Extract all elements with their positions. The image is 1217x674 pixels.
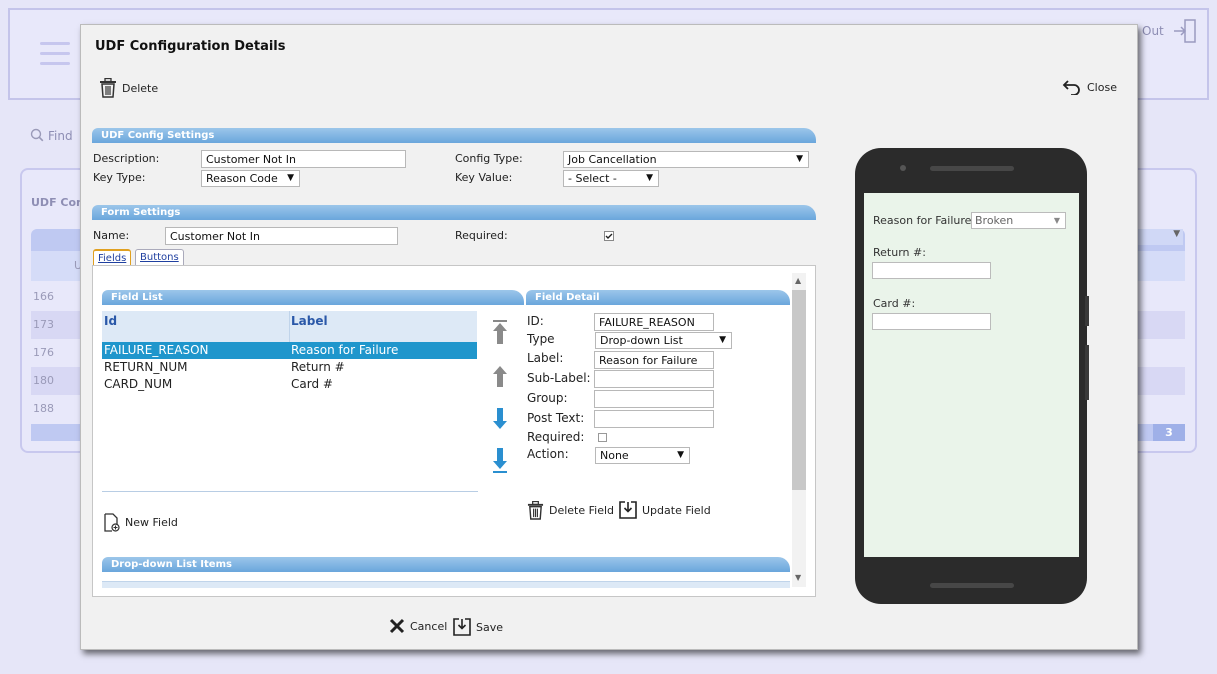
- cancel-label: Cancel: [410, 619, 448, 633]
- group-input[interactable]: [594, 390, 714, 408]
- description-input[interactable]: Customer Not In: [201, 150, 406, 168]
- id-input[interactable]: FAILURE_REASON: [594, 313, 714, 331]
- dropdown-items-grid-header: [102, 581, 790, 588]
- new-field-label: New Field: [125, 516, 178, 529]
- delete-label: Delete: [122, 81, 159, 95]
- config-type-select[interactable]: Job Cancellation ▼: [563, 151, 809, 168]
- column-label[interactable]: Label: [291, 314, 328, 328]
- save-icon: [453, 618, 471, 636]
- undo-arrow-icon: [1062, 79, 1082, 95]
- move-up-icon[interactable]: [492, 366, 508, 391]
- required-label: Required:: [455, 229, 508, 242]
- chevron-down-icon: ▼: [677, 450, 684, 460]
- name-label: Name:: [93, 229, 130, 242]
- required-checkbox[interactable]: [604, 230, 614, 244]
- preview-reason-label: Reason for Failure:: [873, 214, 976, 227]
- close-label: Close: [1087, 80, 1117, 94]
- chevron-down-icon: ▼: [287, 173, 294, 183]
- background-dropdown[interactable]: ▼: [1133, 229, 1183, 245]
- chevron-down-icon: ▼: [646, 173, 653, 183]
- search-icon: [30, 128, 44, 145]
- update-field-button[interactable]: Update Field: [619, 501, 711, 519]
- save-icon: [619, 501, 637, 519]
- chevron-down-icon: ▼: [796, 154, 803, 164]
- phone-bottom-bar: [930, 583, 1014, 588]
- phone-side-button: [1085, 345, 1089, 400]
- field-list-divider: [102, 491, 478, 492]
- find-label: Find: [48, 129, 73, 143]
- scroll-up-icon[interactable]: ▲: [795, 276, 801, 285]
- label-label: Label:: [527, 351, 564, 365]
- table-row[interactable]: CARD_NUM Card #: [102, 376, 477, 393]
- new-field-button[interactable]: New Field: [104, 513, 178, 532]
- new-document-icon: [104, 513, 120, 532]
- post-text-label: Post Text:: [527, 411, 585, 425]
- phone-side-button: [1085, 296, 1089, 326]
- tab-fields[interactable]: Fields: [93, 249, 132, 266]
- field-required-label: Required:: [527, 430, 585, 444]
- modal-title: UDF Configuration Details: [95, 39, 286, 54]
- field-list-grid-header: Id Label: [102, 311, 477, 344]
- description-label: Description:: [93, 152, 160, 165]
- label-input[interactable]: Reason for Failure: [594, 351, 714, 369]
- preview-card-input[interactable]: [872, 313, 991, 330]
- scrollbar-thumb[interactable]: [792, 290, 806, 490]
- name-input[interactable]: Customer Not In: [165, 227, 398, 245]
- config-type-label: Config Type:: [455, 152, 523, 165]
- chevron-down-icon: ▼: [1053, 216, 1060, 225]
- group-label: Group:: [527, 391, 568, 405]
- field-required-checkbox[interactable]: [598, 433, 607, 442]
- trash-icon: [527, 501, 544, 520]
- field-list-header: Field List: [102, 290, 524, 305]
- scroll-down-icon[interactable]: ▼: [795, 573, 801, 582]
- chevron-down-icon: ▼: [719, 335, 726, 345]
- tab-buttons[interactable]: Buttons: [135, 249, 184, 266]
- id-label: ID:: [527, 314, 544, 328]
- close-button[interactable]: Close: [1062, 79, 1117, 95]
- action-select[interactable]: None ▼: [595, 447, 690, 464]
- key-value-select[interactable]: - Select - ▼: [563, 170, 659, 187]
- move-down-icon[interactable]: [492, 408, 508, 433]
- delete-field-label: Delete Field: [549, 504, 615, 517]
- dropdown-items-header: Drop-down List Items: [102, 557, 790, 572]
- key-value-label: Key Value:: [455, 171, 513, 184]
- table-row[interactable]: FAILURE_REASON Reason for Failure: [102, 342, 477, 359]
- sublabel-input[interactable]: [594, 370, 714, 388]
- phone-camera: [900, 165, 906, 171]
- hamburger-menu-icon[interactable]: [40, 42, 70, 72]
- move-bottom-icon[interactable]: [492, 448, 508, 477]
- logout-icon[interactable]: [1172, 18, 1198, 47]
- key-type-label: Key Type:: [93, 171, 146, 184]
- sublabel-label: Sub-Label:: [527, 371, 591, 385]
- save-button[interactable]: Save: [453, 618, 503, 636]
- action-label: Action:: [527, 447, 569, 461]
- post-text-input[interactable]: [594, 410, 714, 428]
- type-select[interactable]: Drop-down List ▼: [595, 332, 732, 349]
- update-field-label: Update Field: [642, 503, 711, 517]
- close-icon: [389, 618, 405, 634]
- form-settings-header: Form Settings: [92, 205, 816, 220]
- move-top-icon[interactable]: [492, 320, 508, 349]
- key-type-select[interactable]: Reason Code ▼: [201, 170, 300, 187]
- preview-reason-select[interactable]: Broken ▼: [971, 212, 1066, 229]
- delete-field-button[interactable]: Delete Field: [527, 501, 614, 520]
- logout-label[interactable]: Out: [1142, 24, 1164, 38]
- table-row[interactable]: RETURN_NUM Return #: [102, 359, 477, 376]
- preview-return-input[interactable]: [872, 262, 991, 279]
- field-detail-header: Field Detail: [526, 290, 790, 305]
- udf-config-settings-header: UDF Config Settings: [92, 128, 816, 143]
- background-pager-page[interactable]: 3: [1153, 424, 1185, 441]
- find-button[interactable]: Find: [30, 128, 73, 145]
- phone-speaker: [930, 166, 1014, 171]
- type-label: Type: [527, 332, 555, 346]
- delete-button[interactable]: Delete: [99, 78, 158, 98]
- trash-icon: [99, 78, 117, 98]
- preview-card-label: Card #:: [873, 297, 916, 310]
- save-label: Save: [476, 620, 504, 634]
- panel-scrollbar[interactable]: ▲ ▼: [792, 273, 806, 587]
- cancel-button[interactable]: Cancel: [389, 618, 447, 634]
- column-id[interactable]: Id: [104, 314, 117, 328]
- preview-return-label: Return #:: [873, 246, 926, 259]
